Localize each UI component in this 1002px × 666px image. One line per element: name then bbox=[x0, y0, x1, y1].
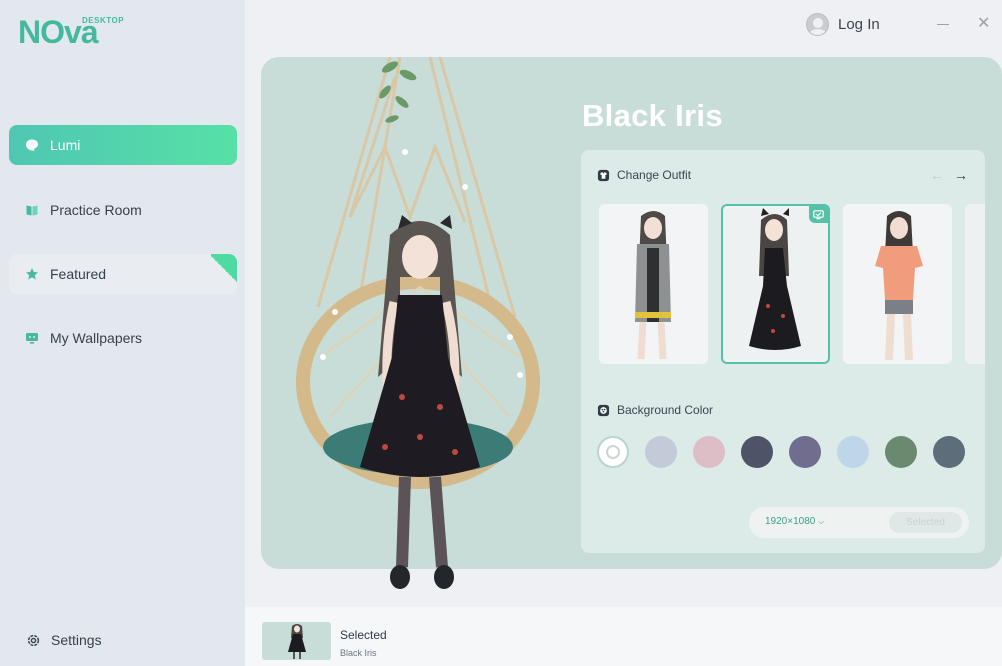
character-illustration bbox=[296, 57, 540, 589]
background-section-header: Background Color bbox=[597, 403, 713, 417]
palette-icon bbox=[597, 404, 610, 417]
bg-color-swatch-blue-grey[interactable] bbox=[933, 436, 965, 468]
sidebar-item-label: My Wallpapers bbox=[50, 330, 143, 346]
sidebar-item-my-wallpapers[interactable]: My Wallpapers bbox=[9, 318, 237, 358]
chevron-down-icon: ⌵ bbox=[818, 517, 825, 526]
sidebar-item-featured[interactable]: Featured bbox=[9, 254, 237, 294]
sidebar-item-lumi[interactable]: Lumi bbox=[9, 125, 237, 165]
outfit-thumbnail bbox=[635, 211, 671, 360]
selected-button[interactable]: Selected bbox=[889, 512, 962, 533]
gear-icon bbox=[26, 633, 41, 648]
resolution-dropdown[interactable]: 1920×1080 ⌵ bbox=[765, 516, 824, 527]
settings-button[interactable]: Settings bbox=[26, 632, 102, 648]
thumbnail-image bbox=[288, 624, 306, 659]
bg-color-swatch-white[interactable] bbox=[597, 436, 629, 468]
outfit-card-peek[interactable] bbox=[965, 204, 985, 364]
book-icon bbox=[25, 203, 39, 217]
selected-thumbnail[interactable] bbox=[262, 622, 331, 660]
outfit-thumbnail bbox=[875, 211, 923, 361]
avatar bbox=[806, 13, 829, 36]
star-icon bbox=[25, 267, 39, 281]
bottom-bar-subtitle: Black Iris bbox=[340, 648, 377, 658]
background-section-label: Background Color bbox=[617, 403, 714, 417]
logo-subtext: DESKTOP bbox=[82, 16, 125, 25]
sidebar-item-label: Practice Room bbox=[50, 202, 142, 218]
outfit-section-label: Change Outfit bbox=[617, 168, 692, 182]
close-icon[interactable]: ✕ bbox=[977, 14, 990, 34]
sidebar-item-label: Featured bbox=[50, 266, 107, 282]
bottom-bar-title: Selected bbox=[340, 628, 387, 642]
outfit-next-button[interactable]: → bbox=[954, 168, 968, 182]
outfit-icon bbox=[597, 169, 610, 182]
featured-corner-ribbon bbox=[211, 254, 237, 284]
login-button[interactable]: Log In bbox=[806, 13, 880, 36]
bg-color-swatch-dark-slate[interactable] bbox=[741, 436, 773, 468]
bg-color-swatch-light-blue[interactable] bbox=[837, 436, 869, 468]
bg-color-swatch-pink[interactable] bbox=[693, 436, 725, 468]
monitor-icon bbox=[25, 331, 39, 345]
bg-color-swatch-green[interactable] bbox=[885, 436, 917, 468]
selected-dot bbox=[606, 445, 620, 459]
sidebar: NOva DESKTOP Lumi Practice Room Featured… bbox=[0, 0, 245, 666]
outfit-card-peach-tee[interactable] bbox=[843, 204, 952, 364]
login-label: Log In bbox=[838, 16, 880, 33]
sidebar-item-label: Lumi bbox=[50, 137, 81, 153]
outfit-card-grey-cardigan[interactable] bbox=[599, 204, 708, 364]
page-title: Black Iris bbox=[582, 98, 723, 133]
outfit-section-header: Change Outfit bbox=[597, 168, 691, 182]
sidebar-item-practice-room[interactable]: Practice Room bbox=[9, 190, 237, 230]
settings-label: Settings bbox=[51, 632, 102, 648]
selected-badge-icon bbox=[809, 206, 828, 223]
resolution-value: 1920×1080 bbox=[765, 516, 816, 527]
app-logo: NOva DESKTOP bbox=[18, 14, 124, 50]
minimize-icon[interactable] bbox=[937, 24, 949, 25]
outfit-prev-button[interactable]: ← bbox=[930, 168, 944, 182]
bg-color-swatch-purple[interactable] bbox=[789, 436, 821, 468]
heart-chat-icon bbox=[25, 138, 39, 152]
outfit-card-black-dress[interactable] bbox=[721, 204, 830, 364]
bg-color-swatch-light-grey[interactable] bbox=[645, 436, 677, 468]
outfit-thumbnail bbox=[749, 208, 801, 350]
